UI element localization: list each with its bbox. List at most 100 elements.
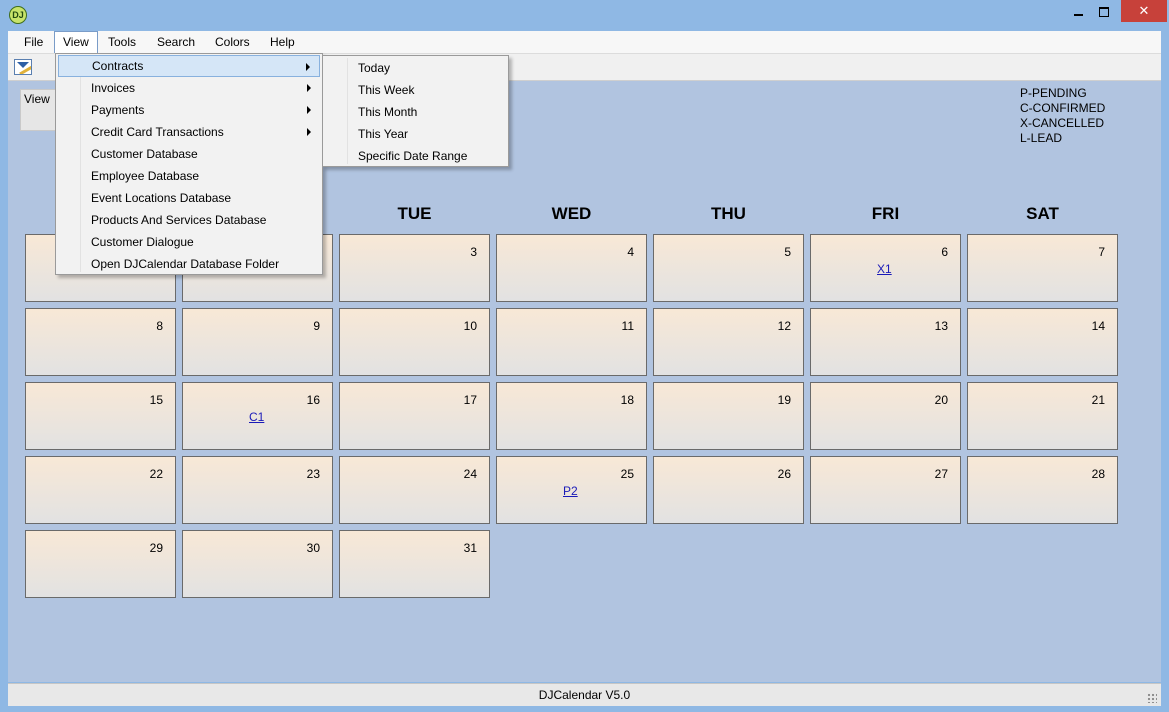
menu-item-employee-database[interactable]: Employee Database <box>58 165 320 187</box>
menu-help[interactable]: Help <box>262 31 303 53</box>
menu-item-label: Customer Database <box>91 147 198 161</box>
menu-item-label: Open DJCalendar Database Folder <box>91 257 280 271</box>
day-number: 26 <box>777 467 791 481</box>
day-number: 4 <box>627 245 634 259</box>
day-cell[interactable]: 10 <box>339 308 490 376</box>
menu-item-label: Event Locations Database <box>91 191 232 205</box>
day-number: 21 <box>1091 393 1105 407</box>
day-number: 18 <box>620 393 634 407</box>
close-icon: ✕ <box>1138 3 1150 18</box>
day-cell[interactable]: 31 <box>339 530 490 598</box>
submenu-item-this-year[interactable]: This Year <box>325 123 506 145</box>
day-number: 24 <box>463 467 477 481</box>
day-cell[interactable]: 3 <box>339 234 490 302</box>
menu-item-open-database-folder[interactable]: Open DJCalendar Database Folder <box>58 253 320 275</box>
menu-item-invoices[interactable]: Invoices <box>58 77 320 99</box>
minimize-button[interactable] <box>1067 0 1089 22</box>
event-link[interactable]: C1 <box>249 410 264 424</box>
minimize-icon <box>1073 13 1083 16</box>
day-cell[interactable]: 27 <box>810 456 961 524</box>
day-number: 30 <box>306 541 320 555</box>
event-link[interactable]: X1 <box>877 262 892 276</box>
day-number: 29 <box>149 541 163 555</box>
day-cell[interactable]: 12 <box>653 308 804 376</box>
menu-item-label: Employee Database <box>91 169 200 183</box>
menu-search[interactable]: Search <box>149 31 203 53</box>
submenu-item-specific-date-range[interactable]: Specific Date Range <box>325 145 506 167</box>
menu-item-label: Payments <box>91 103 145 117</box>
day-cell[interactable]: 19 <box>653 382 804 450</box>
submenu-arrow-icon <box>306 63 310 71</box>
day-cell[interactable]: 15 <box>25 382 176 450</box>
day-number: 27 <box>934 467 948 481</box>
menu-bar: File View Tools Search Colors Help <box>8 31 1161 54</box>
menu-colors[interactable]: Colors <box>207 31 258 53</box>
day-cell[interactable]: 21 <box>967 382 1118 450</box>
view-panel[interactable]: View <box>20 89 56 131</box>
day-cell[interactable]: 25 P2 <box>496 456 647 524</box>
day-cell[interactable]: 17 <box>339 382 490 450</box>
day-cell[interactable]: 14 <box>967 308 1118 376</box>
day-number: 20 <box>934 393 948 407</box>
day-cell[interactable]: 23 <box>182 456 333 524</box>
day-cell[interactable]: 26 <box>653 456 804 524</box>
day-cell[interactable]: 7 <box>967 234 1118 302</box>
submenu-arrow-icon <box>307 106 311 114</box>
menu-item-label: Credit Card Transactions <box>91 125 224 139</box>
submenu-item-today[interactable]: Today <box>325 57 506 79</box>
day-cell[interactable]: 4 <box>496 234 647 302</box>
day-cell[interactable]: 8 <box>25 308 176 376</box>
day-cell[interactable]: 18 <box>496 382 647 450</box>
menu-tools[interactable]: Tools <box>100 31 144 53</box>
legend-confirmed: C-CONFIRMED <box>1020 101 1106 115</box>
day-cell[interactable]: 28 <box>967 456 1118 524</box>
day-cell[interactable]: 16 C1 <box>182 382 333 450</box>
maximize-button[interactable] <box>1093 0 1115 22</box>
menu-file[interactable]: File <box>16 31 51 53</box>
day-cell[interactable]: 22 <box>25 456 176 524</box>
submenu-arrow-icon <box>307 84 311 92</box>
menu-item-customer-database[interactable]: Customer Database <box>58 143 320 165</box>
menu-item-products-services-database[interactable]: Products And Services Database <box>58 209 320 231</box>
day-number: 19 <box>777 393 791 407</box>
menu-item-event-locations-database[interactable]: Event Locations Database <box>58 187 320 209</box>
day-number: 23 <box>306 467 320 481</box>
day-cell[interactable]: 6 X1 <box>810 234 961 302</box>
app-logo-icon: DJ <box>9 6 27 24</box>
day-number: 25 <box>620 467 634 481</box>
submenu-item-this-month[interactable]: This Month <box>325 101 506 123</box>
menu-item-payments[interactable]: Payments <box>58 99 320 121</box>
day-cell[interactable]: 20 <box>810 382 961 450</box>
day-cell[interactable]: 24 <box>339 456 490 524</box>
menu-item-label: Invoices <box>91 81 136 95</box>
day-number: 7 <box>1098 245 1105 259</box>
event-link[interactable]: P2 <box>563 484 578 498</box>
maximize-icon <box>1099 6 1109 17</box>
menu-item-customer-dialogue[interactable]: Customer Dialogue <box>58 231 320 253</box>
day-number: 3 <box>470 245 477 259</box>
day-cell[interactable]: 5 <box>653 234 804 302</box>
menu-item-label: Products And Services Database <box>91 213 267 227</box>
day-cell[interactable]: 11 <box>496 308 647 376</box>
weekday-header-tue: TUE <box>397 204 432 223</box>
day-number: 11 <box>621 319 634 333</box>
submenu-item-this-week[interactable]: This Week <box>325 79 506 101</box>
view-panel-label: View <box>24 92 50 106</box>
day-cell[interactable]: 29 <box>25 530 176 598</box>
email-icon[interactable] <box>14 59 32 75</box>
resize-grip-icon[interactable] <box>1147 693 1157 703</box>
view-menu-dropdown: Contracts Invoices Payments Credit Card … <box>55 53 323 275</box>
day-number: 13 <box>934 319 948 333</box>
menu-view[interactable]: View <box>54 31 98 53</box>
weekday-header-thu: THU <box>711 204 746 223</box>
menu-item-credit-card-transactions[interactable]: Credit Card Transactions <box>58 121 320 143</box>
day-number: 10 <box>463 319 477 333</box>
close-button[interactable]: ✕ <box>1121 0 1167 22</box>
day-number: 16 <box>306 393 320 407</box>
menu-item-contracts[interactable]: Contracts <box>58 55 320 77</box>
day-cell[interactable]: 9 <box>182 308 333 376</box>
day-cell[interactable]: 13 <box>810 308 961 376</box>
day-number: 28 <box>1091 467 1105 481</box>
weekday-header-sat: SAT <box>1026 204 1059 223</box>
day-cell[interactable]: 30 <box>182 530 333 598</box>
